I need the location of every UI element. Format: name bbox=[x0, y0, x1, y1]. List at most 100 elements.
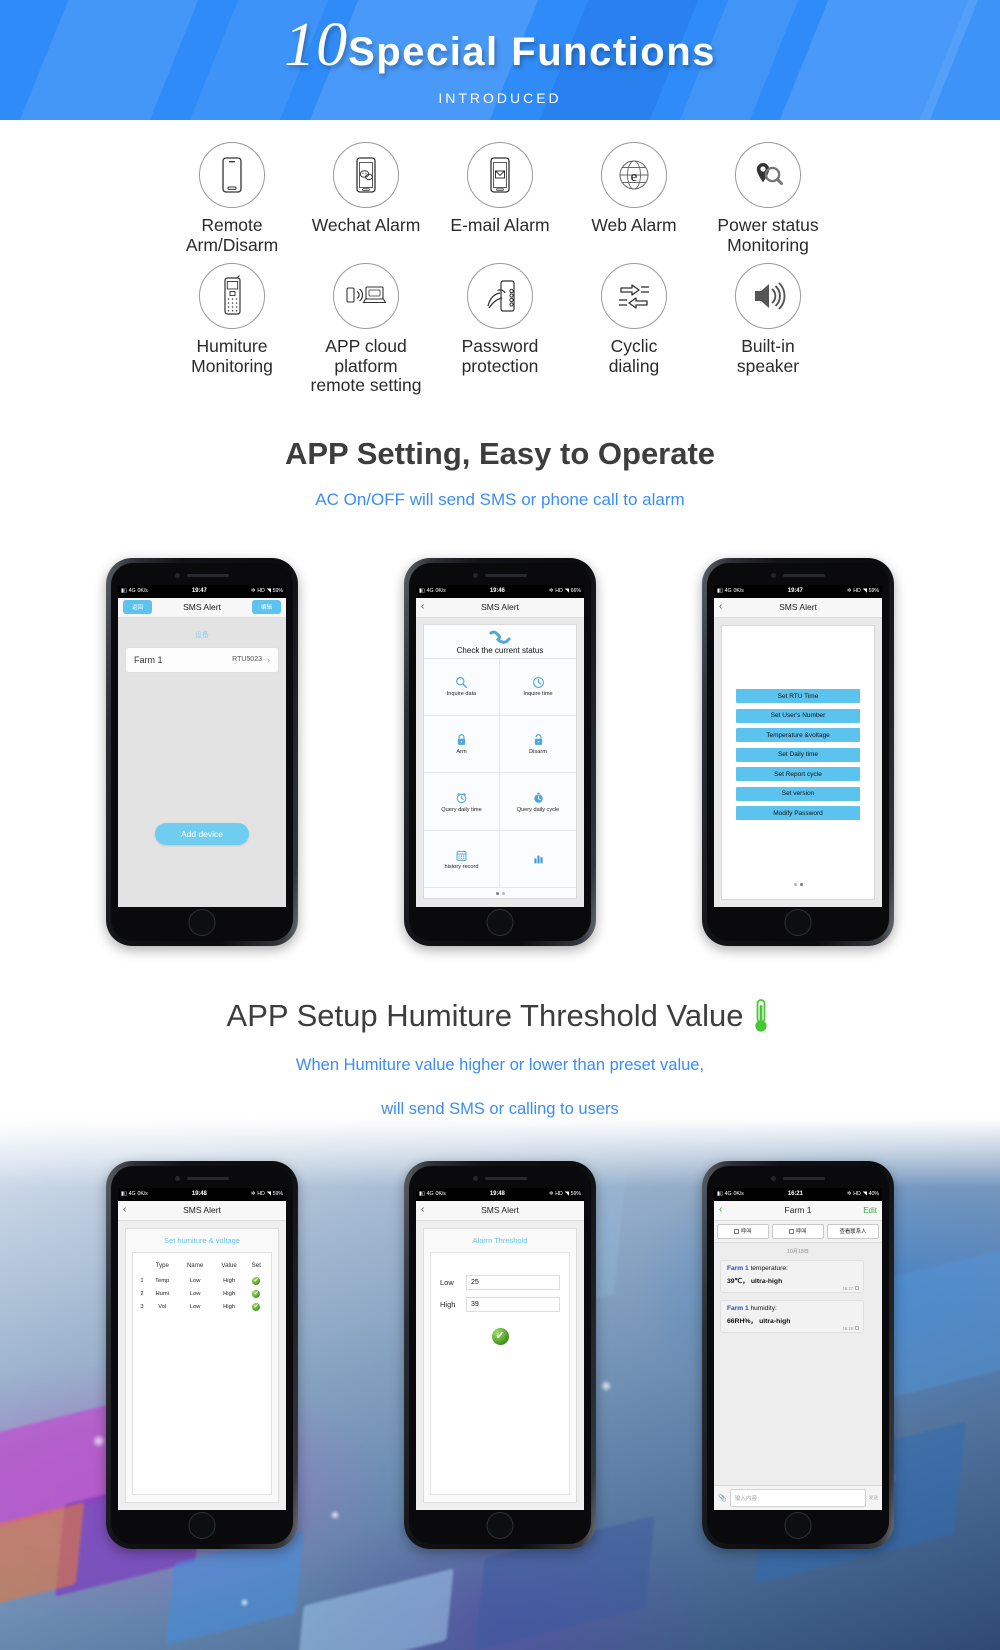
threshold-field-high[interactable]: High 39 bbox=[440, 1296, 560, 1312]
page-dot[interactable] bbox=[793, 882, 797, 886]
table-row[interactable]: 2 Humi Low High ✔ bbox=[137, 1287, 267, 1300]
setting-button-set-report-cycle[interactable]: Set Report cycle bbox=[736, 767, 860, 782]
function-inquire-time[interactable]: Inquire time bbox=[500, 659, 576, 716]
nav-edit-pill[interactable]: 编辑 bbox=[251, 600, 281, 615]
phone-handset-icon bbox=[489, 630, 511, 644]
page-dot[interactable] bbox=[799, 882, 803, 886]
edit-button[interactable]: Edit bbox=[863, 1206, 877, 1215]
function-inquire-data[interactable]: Inquire data bbox=[424, 658, 500, 716]
home-button[interactable] bbox=[784, 1511, 812, 1539]
attachment-icon[interactable]: 📎 bbox=[718, 1494, 727, 1502]
setting-button-set-daily-time[interactable]: Set Daily time bbox=[736, 747, 860, 762]
home-button[interactable] bbox=[486, 1511, 514, 1539]
tab-call-2[interactable]: 呼叫 bbox=[772, 1223, 824, 1239]
function-label: Query daily cycle bbox=[516, 806, 560, 813]
phone-row-2: ▮▯ 4G 0K/s 19:48 ✲ HD ◥ 59% ‹ SMS Alert bbox=[0, 1160, 1000, 1549]
feature-app-cloud-platform[interactable]: APP cloud platform remote setting bbox=[299, 263, 433, 396]
feature-icon-circle bbox=[735, 263, 801, 330]
send-button[interactable]: 发送 bbox=[869, 1495, 878, 1501]
network-type: 4G bbox=[128, 588, 136, 595]
add-device-button[interactable]: Add device bbox=[154, 822, 250, 845]
setting-button-set-version[interactable]: Set version bbox=[736, 786, 860, 801]
function-disarm[interactable]: Disarm bbox=[500, 716, 576, 774]
field-value[interactable]: 39 bbox=[466, 1296, 560, 1312]
signal-icon: ▮▯ bbox=[121, 1191, 127, 1198]
function-statistics[interactable] bbox=[500, 831, 576, 888]
setting-button-modify-password[interactable]: Modify Password bbox=[736, 806, 860, 821]
feature-label: Web Alarm bbox=[591, 215, 677, 235]
threshold-field-low[interactable]: Low 25 bbox=[440, 1274, 560, 1290]
feature-humiture-monitoring[interactable]: Humiture Monitoring bbox=[165, 263, 299, 376]
section1-subtitle: AC On/OFF will send SMS or phone call to… bbox=[315, 489, 685, 509]
row-set-check-icon[interactable]: ✔ bbox=[252, 1276, 261, 1285]
confirm-check-button[interactable]: ✔ bbox=[491, 1327, 509, 1345]
back-icon[interactable]: ‹ bbox=[719, 602, 722, 612]
message-input[interactable]: 输入内容 bbox=[729, 1488, 866, 1507]
function-query-daily-time[interactable]: Query daily time bbox=[424, 773, 500, 832]
nav-bar: ‹ SMS Alert bbox=[416, 597, 584, 618]
check-status-header[interactable]: Check the current status bbox=[424, 625, 576, 659]
feature-built-in-speaker[interactable]: Built-in speaker bbox=[701, 263, 835, 376]
threshold-panel-title: Alarm Threshold bbox=[472, 1235, 528, 1245]
function-query-daily-cycle[interactable]: Query daily cycle bbox=[500, 773, 576, 832]
home-button[interactable] bbox=[486, 908, 514, 936]
function-label: Arm bbox=[456, 749, 467, 756]
home-button[interactable] bbox=[188, 908, 216, 936]
row-set-check-icon[interactable]: ✔ bbox=[252, 1289, 261, 1298]
back-icon[interactable]: ‹ bbox=[421, 1205, 424, 1215]
field-value[interactable]: 25 bbox=[466, 1274, 560, 1290]
back-icon[interactable]: ‹ bbox=[123, 1205, 126, 1215]
feature-password-protection[interactable]: Password protection bbox=[433, 263, 567, 376]
message-timestamp: 16:17 bbox=[842, 1285, 854, 1291]
back-icon[interactable]: ‹ bbox=[421, 602, 424, 612]
battery-level: 59% bbox=[272, 588, 283, 595]
feature-email-alarm[interactable]: E-mail Alarm bbox=[433, 142, 567, 236]
home-button[interactable] bbox=[784, 908, 812, 936]
feature-wechat-alarm[interactable]: Wechat Alarm bbox=[299, 142, 433, 236]
tab-call-1[interactable]: 呼叫 bbox=[717, 1223, 769, 1239]
page-dot[interactable] bbox=[501, 891, 505, 895]
device-name: Farm 1 bbox=[134, 654, 163, 665]
message-bubble-humidity[interactable]: Farm 1 humidity: 66RH%， ultra-high 16:18 bbox=[720, 1299, 864, 1333]
wifi-icon: ◥ bbox=[862, 588, 867, 595]
feature-label: Cyclic dialing bbox=[608, 336, 660, 376]
row-value: High bbox=[223, 1290, 236, 1297]
function-label: Query daily time bbox=[441, 806, 482, 813]
table-row[interactable]: 3 Vol Low High ✔ bbox=[137, 1300, 267, 1313]
function-history-record[interactable]: history record bbox=[424, 831, 500, 888]
feature-power-status-monitoring[interactable]: Power status Monitoring bbox=[701, 142, 835, 255]
home-button[interactable] bbox=[188, 1511, 216, 1539]
setting-button-temperature-voltage[interactable]: Temperature &voltage bbox=[736, 728, 860, 743]
nav-title: SMS Alert bbox=[481, 1205, 519, 1216]
function-arm[interactable]: Arm bbox=[424, 715, 500, 774]
sim-indicator-icon bbox=[854, 1326, 859, 1331]
nav-bar: 返回 SMS Alert 编辑 bbox=[118, 597, 286, 618]
wifi-icon: ◥ bbox=[862, 1191, 867, 1198]
feature-remote-arm-disarm[interactable]: Remote Arm/Disarm bbox=[165, 142, 299, 255]
phone-device-2: ▮▯ 4G 0K/s 19:46 ✲ HD ◥ 66% ‹ SMS Alert bbox=[404, 557, 596, 946]
data-rate: 0K/s bbox=[435, 588, 446, 595]
section1-title-bold: APP Setting bbox=[284, 435, 462, 471]
device-list-item[interactable]: Farm 1 RTU5023 › bbox=[125, 646, 279, 673]
feature-row-1: Remote Arm/Disarm Wechat Alarm E-mail Al… bbox=[60, 142, 940, 255]
setting-button-set-users-number[interactable]: Set User's Number bbox=[736, 708, 860, 723]
page-dot[interactable] bbox=[495, 891, 499, 895]
hd-icon: HD bbox=[555, 588, 563, 595]
phone-speaker bbox=[175, 1175, 229, 1181]
table-row[interactable]: 1 Temp Low High ✔ bbox=[137, 1274, 267, 1287]
message-value: 66RH%， ultra-high bbox=[727, 1317, 791, 1325]
feature-icon-circle bbox=[467, 263, 533, 330]
back-icon[interactable]: ‹ bbox=[719, 1205, 722, 1215]
phone-to-laptop-icon bbox=[346, 286, 387, 304]
message-metric-label: temperature: bbox=[748, 1264, 788, 1272]
feature-icon-circle bbox=[199, 263, 265, 330]
setting-button-set-rtu-time[interactable]: Set RTU Time bbox=[736, 689, 860, 704]
feature-web-alarm[interactable]: e Web Alarm bbox=[567, 142, 701, 236]
message-bubble-temperature[interactable]: Farm 1 temperature: 39℃， ultra-high 16:1… bbox=[720, 1259, 864, 1293]
nav-back-pill[interactable]: 返回 bbox=[123, 600, 153, 615]
tab-view-contact[interactable]: 查看联系人 bbox=[827, 1223, 879, 1239]
feature-label: Remote Arm/Disarm bbox=[185, 215, 279, 255]
column-header-value: Value bbox=[221, 1261, 237, 1269]
feature-cyclic-dialing[interactable]: Cyclic dialing bbox=[567, 263, 701, 376]
row-set-check-icon[interactable]: ✔ bbox=[252, 1302, 261, 1311]
